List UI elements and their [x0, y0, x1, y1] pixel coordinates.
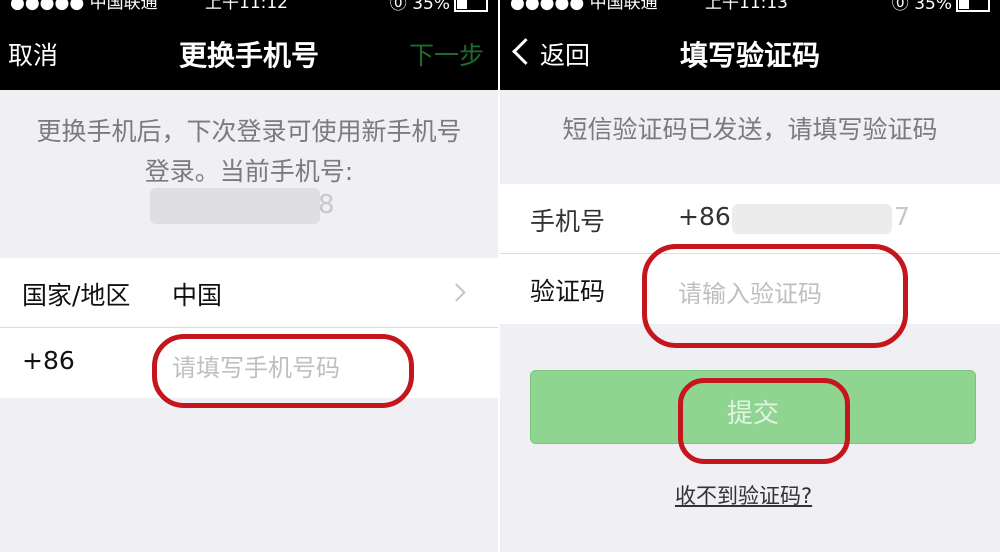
battery-icon: [454, 0, 488, 12]
country-row[interactable]: 国家/地区 中国: [0, 258, 498, 326]
status-bar: ●●●●● 中国联通 ⌃ 上午11:13 ⓪ 35%: [500, 0, 1000, 14]
highlight-circle: [152, 334, 414, 408]
carrier-label: ●●●●● 中国联通 ⌃: [510, 0, 678, 13]
page-title: 填写验证码: [679, 39, 820, 72]
highlight-circle: [642, 244, 908, 348]
code-label: 验证码: [530, 277, 606, 306]
battery-text: ⓪ 35%: [891, 0, 952, 14]
country-label: 国家/地区: [22, 281, 131, 310]
chevron-right-icon: [447, 283, 466, 302]
battery-indicator: ⓪ 35%: [891, 0, 990, 14]
current-number-mask: [150, 188, 320, 224]
next-step-button[interactable]: 下一步: [409, 36, 484, 72]
nav-bar: 取消 更换手机号 下一步: [0, 14, 498, 90]
phone-value: +86: [678, 202, 731, 231]
status-time: 上午11:12: [205, 0, 288, 13]
phone-label: 手机号: [530, 207, 606, 236]
phone-tail: 7: [894, 202, 910, 231]
country-value: 中国: [172, 281, 223, 310]
phone-mask: [732, 204, 892, 234]
battery-indicator: ⓪ 35%: [389, 0, 488, 14]
nav-bar: 返回 填写验证码: [500, 14, 1000, 90]
verify-code-screen: ●●●●● 中国联通 ⌃ 上午11:13 ⓪ 35% 返回 填写验证码 短信验证…: [500, 0, 1000, 552]
phone-number-row: 手机号 +86 7: [500, 184, 1000, 252]
country-code: +86: [22, 346, 75, 375]
sms-sent-description: 短信验证码已发送，请填写验证码: [562, 115, 938, 144]
change-phone-screen: ●●●●● 中国联通 ⌃ 上午11:12 ⓪ 35% 取消 更换手机号 下一步 …: [0, 0, 498, 552]
carrier-label: ●●●●● 中国联通 ⌃: [10, 0, 178, 13]
current-number-tail: 8: [318, 190, 335, 220]
battery-icon: [956, 0, 990, 12]
highlight-circle: [678, 378, 850, 464]
status-time: 上午11:13: [705, 0, 788, 13]
change-phone-description: 更换手机后，下次登录可使用新手机号登录。当前手机号:: [36, 117, 462, 186]
battery-text: ⓪ 35%: [389, 0, 450, 14]
no-code-link[interactable]: 收不到验证码?: [675, 480, 812, 510]
status-bar: ●●●●● 中国联通 ⌃ 上午11:12 ⓪ 35%: [0, 0, 498, 14]
